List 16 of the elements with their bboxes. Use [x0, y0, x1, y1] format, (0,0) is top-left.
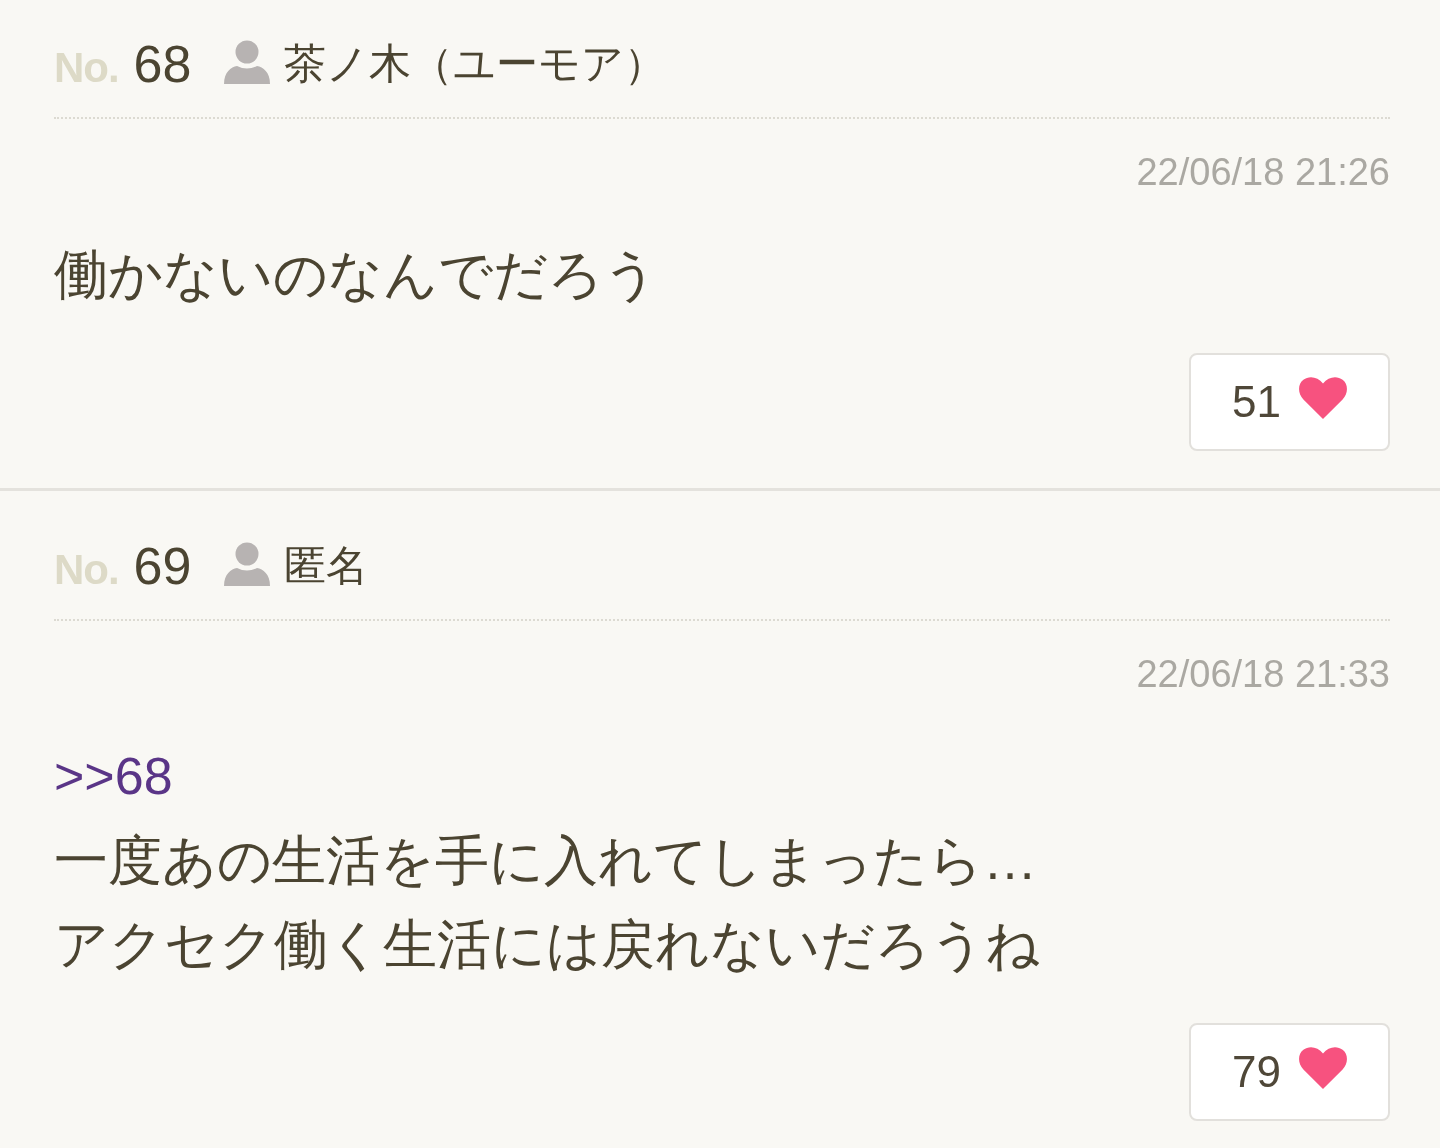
person-icon: [223, 40, 272, 84]
post-date: 22/06/18 21:33: [1136, 654, 1390, 694]
heart-icon: [1298, 1047, 1347, 1089]
post-text: 一度あの生活を手に入れてしまったら…: [54, 829, 1037, 892]
like-button[interactable]: 51: [1189, 353, 1390, 451]
author-name: 匿名: [284, 545, 369, 587]
post-text: アクセク働く生活には戻れないだろうね: [54, 913, 1040, 976]
post-number: 69: [133, 540, 192, 592]
heart-icon: [1298, 377, 1347, 419]
post-date: 22/06/18 21:26: [1136, 152, 1390, 192]
author-name: 茶ノ木（ユーモア）: [284, 43, 667, 85]
like-button[interactable]: 79: [1189, 1023, 1390, 1121]
reply-link[interactable]: >>68: [54, 734, 173, 818]
post-text: 働かないのなんでだろう: [54, 243, 658, 306]
post-number: 68: [133, 38, 192, 90]
person-icon: [223, 542, 272, 586]
